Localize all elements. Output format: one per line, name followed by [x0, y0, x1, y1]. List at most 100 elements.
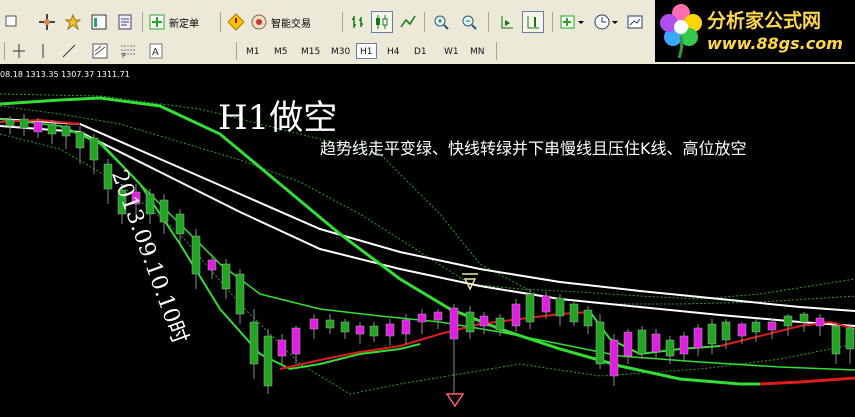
- arrow-up-icon: [445, 393, 465, 408]
- chart-shift-icon[interactable]: [522, 11, 544, 33]
- period-d1[interactable]: D1: [410, 43, 431, 59]
- period-h1[interactable]: H1: [356, 43, 377, 59]
- tester-icon[interactable]: [114, 11, 136, 33]
- candle: [815, 317, 825, 327]
- candle: [541, 295, 551, 313]
- candle: [767, 321, 777, 331]
- candle: [191, 235, 201, 275]
- candle: [61, 125, 71, 137]
- trendline-icon[interactable]: [60, 41, 78, 61]
- candle: [47, 123, 57, 135]
- clock-icon[interactable]: [592, 11, 622, 33]
- trend-line-thick-red: [759, 376, 855, 386]
- candle: [623, 331, 633, 357]
- annotation-text: 趋势线走平变绿、快线转绿并下串慢线且压住K线、高位放空: [320, 139, 747, 158]
- candle: [277, 339, 287, 357]
- candle: [637, 329, 647, 355]
- candle: [5, 119, 15, 127]
- text-icon[interactable]: A: [146, 41, 166, 61]
- candle: [555, 297, 565, 317]
- bar-chart-icon[interactable]: [347, 11, 369, 33]
- candle: [175, 213, 185, 235]
- candle-chart-icon[interactable]: [371, 11, 393, 33]
- candle: [525, 293, 535, 323]
- channel-icon[interactable]: [90, 41, 110, 61]
- expert-advisors-button[interactable]: 智能交易: [250, 11, 322, 33]
- period-m1[interactable]: M1: [242, 43, 264, 59]
- candle: [465, 311, 475, 333]
- zoom-in-icon[interactable]: [430, 11, 452, 33]
- candle: [417, 313, 427, 323]
- logo-title: 分析家公式网: [707, 10, 822, 32]
- indicators-icon[interactable]: [558, 11, 588, 33]
- candle: [89, 137, 99, 161]
- crosshair-icon[interactable]: [12, 41, 26, 61]
- candle: [19, 118, 29, 129]
- candle: [207, 259, 217, 271]
- candle: [325, 319, 335, 329]
- vertical-line-icon[interactable]: [34, 41, 52, 61]
- candle: [511, 303, 521, 327]
- flower-icon: [660, 4, 702, 59]
- period-m30[interactable]: M30: [327, 43, 354, 59]
- move-icon[interactable]: [36, 11, 58, 33]
- candle: [799, 313, 809, 323]
- candle: [449, 307, 459, 340]
- candle: [33, 121, 43, 133]
- candle: [495, 317, 505, 331]
- candle: [783, 315, 793, 327]
- candle: [355, 325, 365, 335]
- candle: [433, 311, 443, 321]
- candle: [665, 339, 675, 357]
- fibonacci-icon[interactable]: F: [118, 41, 138, 61]
- candle: [751, 321, 761, 333]
- stop-icon[interactable]: [226, 11, 246, 33]
- candle: [340, 321, 350, 333]
- candle: [401, 319, 411, 335]
- candle: [221, 263, 231, 290]
- terminal-icon[interactable]: [88, 11, 110, 33]
- new-order-button[interactable]: 新定单: [148, 11, 218, 33]
- period-m5[interactable]: M5: [270, 43, 292, 59]
- svg-text:F: F: [122, 52, 126, 59]
- candle: [263, 335, 273, 387]
- candle: [369, 325, 379, 337]
- site-logo: 分析家公式网 www.88gs.com: [655, 0, 855, 62]
- candle: [309, 318, 319, 330]
- candle: [479, 315, 489, 327]
- expert-icon: [251, 14, 267, 30]
- candle: [693, 327, 703, 349]
- candle: [291, 327, 301, 355]
- candle: [159, 199, 169, 223]
- candle: [249, 321, 259, 365]
- logo-url: www.88gs.com: [707, 34, 843, 53]
- candle: [569, 303, 579, 323]
- zoom-out-icon[interactable]: [458, 11, 480, 33]
- quote-line: 08.18 1313.35 1307.37 1311.71: [0, 70, 130, 79]
- candle: [595, 321, 605, 365]
- period-w1[interactable]: W1: [440, 43, 463, 59]
- fast-line-green: [59, 125, 421, 371]
- candle: [737, 323, 747, 337]
- candle: [707, 323, 717, 345]
- period-h4[interactable]: H4: [383, 43, 404, 59]
- favorites-icon[interactable]: [62, 11, 84, 33]
- svg-text:A: A: [152, 47, 159, 58]
- candle: [721, 321, 731, 341]
- period-m15[interactable]: M15: [297, 43, 324, 59]
- candle: [679, 335, 689, 355]
- candle: [583, 309, 593, 327]
- square-icon[interactable]: [2, 11, 20, 31]
- candle: [385, 323, 395, 337]
- candle: [235, 273, 245, 315]
- auto-scroll-icon[interactable]: [496, 11, 518, 33]
- period-mn[interactable]: MN: [466, 43, 489, 59]
- template-icon[interactable]: [626, 11, 654, 33]
- candle: [609, 339, 619, 377]
- line-chart-icon[interactable]: [397, 11, 419, 33]
- candle: [75, 131, 85, 149]
- new-order-icon: [149, 14, 165, 30]
- annotation-title: H1做空: [218, 98, 338, 138]
- candle: [845, 327, 855, 350]
- arrow-down-icon: [462, 273, 478, 291]
